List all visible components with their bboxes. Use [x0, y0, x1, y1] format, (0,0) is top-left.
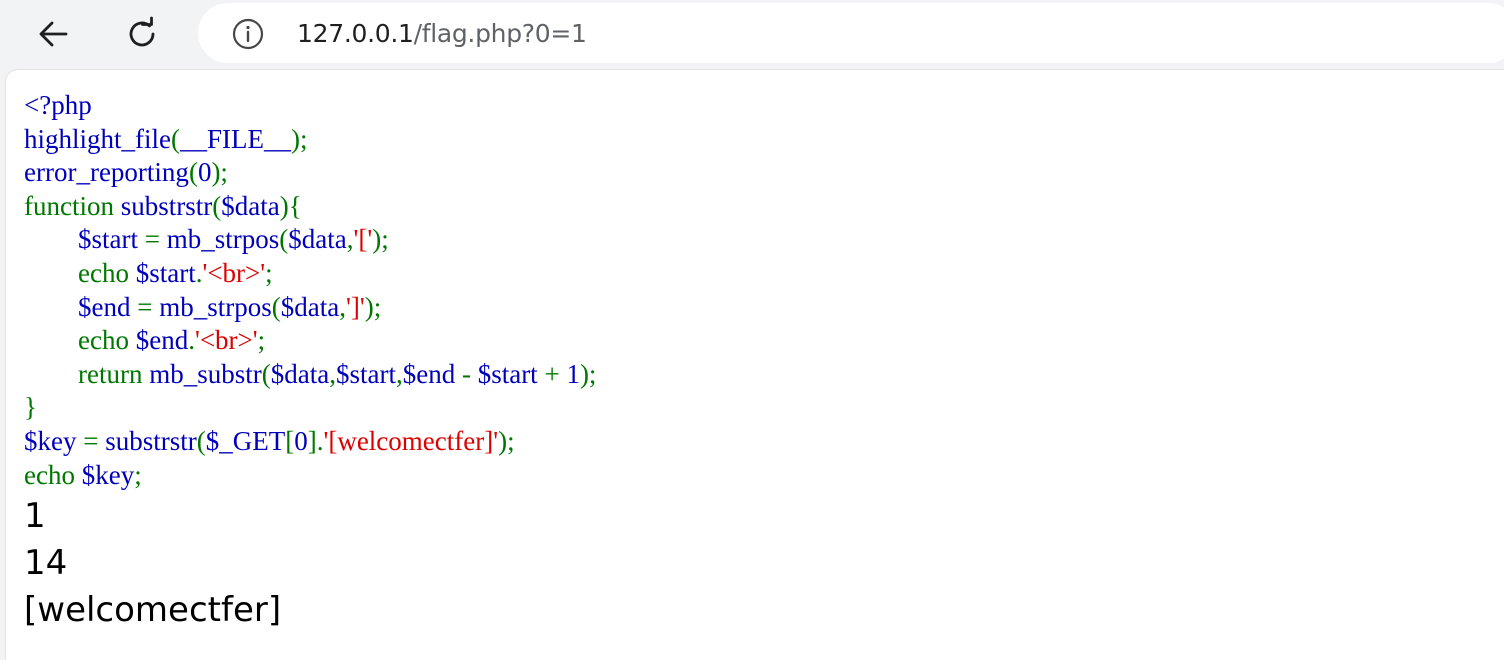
code-token: );: [290, 123, 308, 154]
code-token: );: [579, 358, 597, 389]
code-token: );: [372, 224, 389, 255]
code-token: $key: [24, 425, 84, 456]
code-token: (: [212, 190, 222, 221]
code-token: function: [24, 190, 121, 221]
info-icon[interactable]: [232, 18, 264, 50]
code-token: );: [211, 157, 228, 188]
code-line: $key = substrstr($_GET[0].'[welcomectfer…: [24, 425, 596, 459]
code-token: '<br>': [202, 257, 266, 288]
code-line: return mb_substr($data,$start,$end - $st…: [24, 358, 596, 392]
code-line: }: [24, 391, 596, 425]
script-output: 1 14 [welcomectfer]: [24, 493, 281, 634]
code-token: (: [188, 157, 198, 188]
code-line: echo $start.'<br>';: [24, 257, 596, 291]
code-token: ']': [345, 291, 365, 322]
code-token: $key: [81, 459, 135, 490]
code-token: (: [271, 291, 281, 322]
code-token: substrstr: [105, 425, 197, 456]
code-token: $end: [78, 291, 138, 322]
code-token: 1: [566, 358, 580, 389]
code-token: $end: [402, 358, 462, 389]
browser-toolbar: 127.0.0.1/flag.php?0=1: [0, 0, 1504, 70]
code-line: <?php: [24, 89, 596, 123]
code-token: return: [78, 358, 150, 389]
code-token: error_reporting: [24, 157, 189, 188]
url-path: /flag.php?0=1: [413, 19, 587, 48]
code-token: ,: [339, 291, 346, 322]
reload-button[interactable]: [118, 10, 166, 58]
code-line: echo $end.'<br>';: [24, 324, 596, 358]
code-token: );: [498, 425, 515, 456]
code-token: }: [24, 392, 37, 423]
code-token: $data: [280, 291, 340, 322]
code-line: echo $key;: [24, 459, 596, 493]
back-arrow-icon: [39, 21, 68, 47]
code-token: highlight_file: [24, 123, 171, 154]
address-bar[interactable]: 127.0.0.1/flag.php?0=1: [198, 3, 1504, 63]
url-host: 127.0.0.1: [297, 19, 414, 48]
url-text[interactable]: 127.0.0.1/flag.php?0=1: [297, 17, 587, 51]
output-line: 1: [24, 496, 46, 536]
code-token: );: [364, 291, 382, 322]
code-line: function substrstr($data){: [24, 190, 596, 224]
page-content: <?php highlight_file(__FILE__); error_repo…: [6, 70, 1504, 660]
code-token: ;: [257, 325, 266, 356]
code-token: '<br>': [194, 325, 258, 356]
code-token: (: [279, 224, 289, 255]
code-token: $start: [335, 358, 396, 389]
code-token: ;: [265, 257, 273, 288]
code-token: ;: [134, 459, 142, 490]
code-token: $data: [288, 224, 347, 255]
code-token: $_GET: [205, 425, 286, 456]
code-token: (: [196, 425, 206, 456]
output-line: 14: [24, 543, 68, 583]
code-token: substrstr: [120, 190, 213, 221]
code-token: mb_strpos: [166, 224, 280, 255]
code-line: highlight_file(__FILE__);: [24, 123, 596, 157]
code-token: <?php: [24, 90, 92, 120]
code-token: (: [170, 123, 180, 154]
code-token: (: [261, 358, 271, 389]
code-token: ,: [395, 358, 403, 389]
code-line: $end = mb_strpos($data,']');: [24, 291, 596, 325]
code-token: __FILE__: [179, 123, 291, 154]
code-token: +: [544, 358, 567, 389]
code-token: 0: [197, 157, 212, 188]
output-line: [welcomectfer]: [24, 590, 282, 630]
code-token: -: [461, 358, 478, 389]
code-token: $end: [135, 325, 189, 356]
code-token: $data: [270, 358, 330, 389]
reload-icon: [129, 16, 155, 47]
code-token: mb_substr: [149, 358, 262, 389]
code-token: $data: [221, 190, 280, 221]
code-token: ].: [307, 425, 324, 456]
code-token: =: [83, 425, 106, 456]
code-token: $start: [477, 358, 545, 389]
back-button[interactable]: [30, 10, 78, 58]
code-line: error_reporting(0);: [24, 156, 596, 190]
code-token: 0: [294, 425, 308, 456]
code-token: echo: [78, 257, 136, 288]
code-token: =: [144, 224, 167, 255]
code-token: ){: [279, 190, 302, 221]
code-token: $start: [78, 224, 145, 255]
code-token: =: [137, 291, 160, 322]
code-line: $start = mb_strpos($data,'[');: [24, 223, 596, 257]
code-token: ,: [329, 358, 336, 389]
code-token: '[welcomectfer]': [323, 425, 499, 456]
code-token: echo: [78, 325, 136, 356]
code-token: mb_strpos: [159, 291, 272, 322]
code-token: echo: [24, 459, 82, 490]
code-token: $start: [135, 257, 196, 288]
php-source-code: <?php highlight_file(__FILE__); error_repo…: [24, 89, 596, 492]
code-token: '[': [353, 224, 373, 255]
code-token: .: [188, 325, 195, 356]
code-token: [: [285, 425, 295, 456]
